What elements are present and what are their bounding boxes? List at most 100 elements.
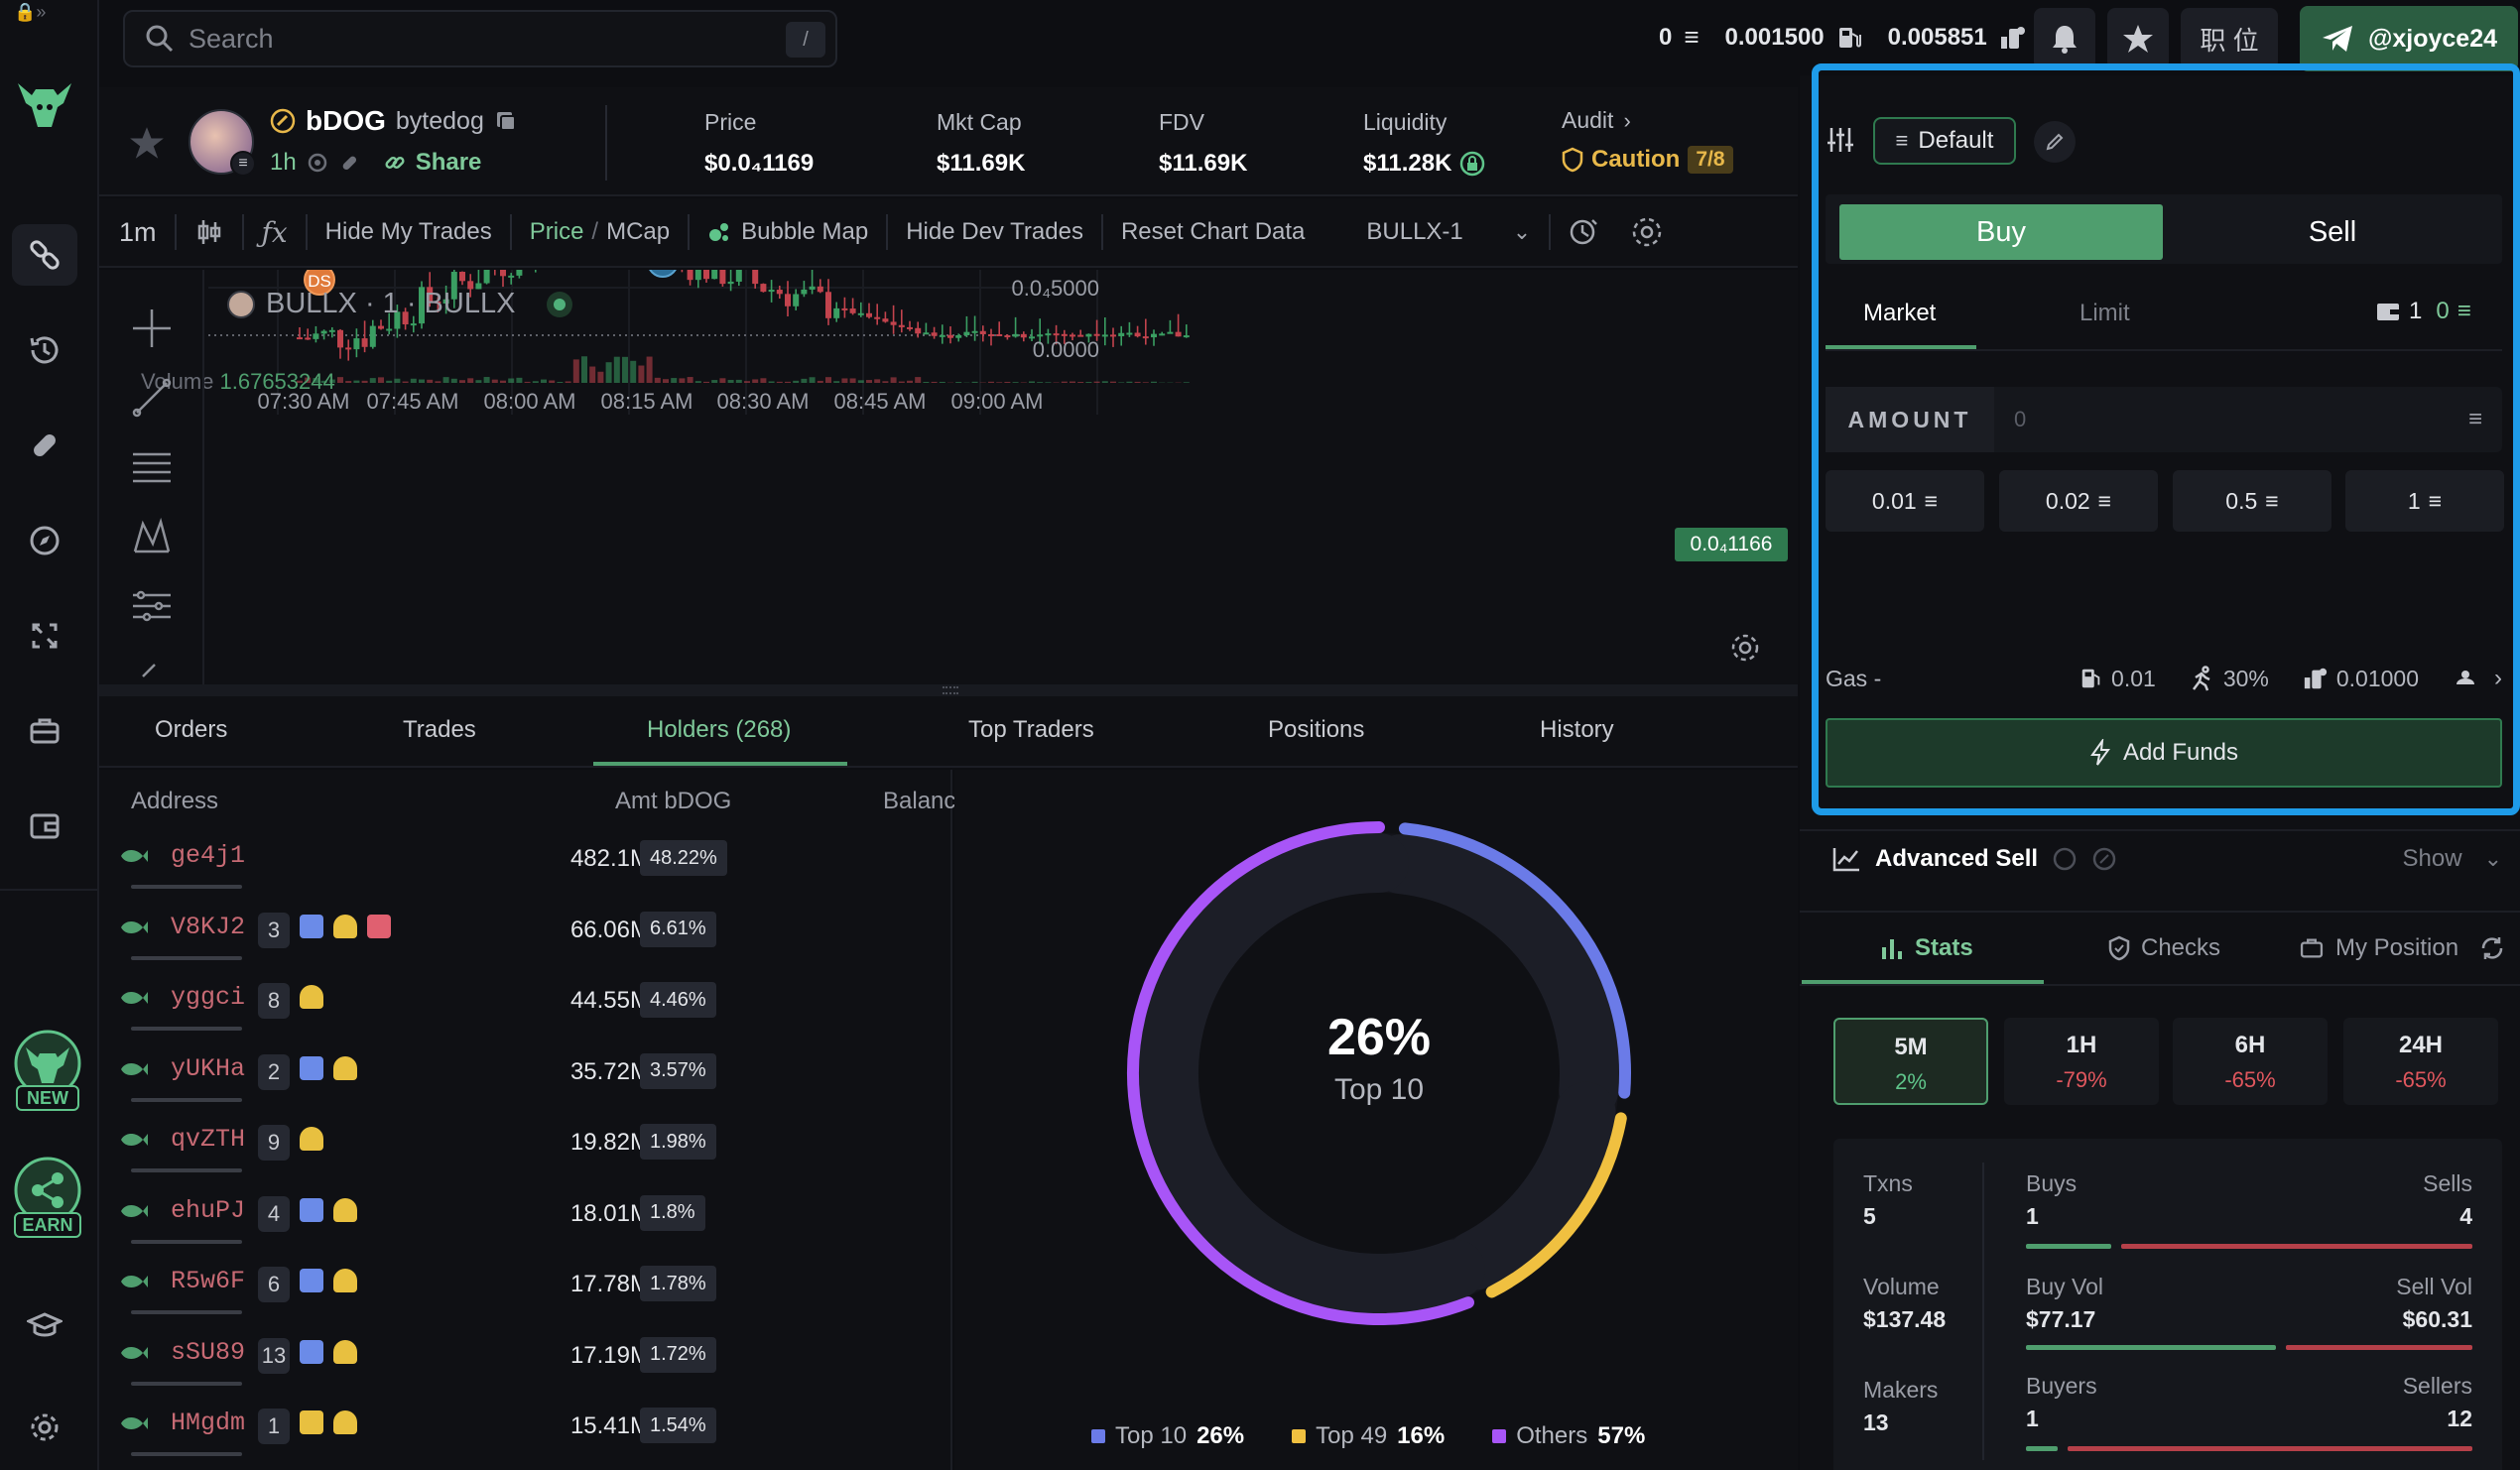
tab-stats[interactable]: Stats <box>1879 934 1973 962</box>
interval-selector[interactable]: 1m <box>119 217 157 248</box>
holder-address[interactable]: HMgdm <box>171 1409 245 1437</box>
notifications-button[interactable] <box>2034 8 2095 69</box>
settings-gear-icon[interactable] <box>12 1397 77 1458</box>
earn-button[interactable]: EARN <box>10 1155 85 1244</box>
pencil-icon[interactable] <box>129 657 175 682</box>
bubble-map-button[interactable]: Bubble Map <box>741 218 868 246</box>
pill-icon[interactable] <box>12 415 77 476</box>
holder-address[interactable]: V8KJ2 <box>171 913 245 941</box>
swap-icon[interactable] <box>12 605 77 667</box>
holder-row[interactable]: HMgdm 1 15.41M 1.54% <box>99 1393 952 1464</box>
help-circle-icon[interactable] <box>2091 846 2117 872</box>
copy-icon[interactable] <box>494 109 518 133</box>
sliders-icon[interactable] <box>1826 125 1855 155</box>
refresh-icon[interactable] <box>2478 934 2506 962</box>
tab-my-position[interactable]: My Position <box>2298 934 2506 962</box>
watchlist-button[interactable] <box>2107 8 2169 69</box>
tab-orders[interactable]: Orders <box>155 716 227 744</box>
tab-trades[interactable]: Trades <box>403 716 476 744</box>
add-funds-button[interactable]: Add Funds <box>1826 718 2502 788</box>
tab-checks[interactable]: Checks <box>2107 934 2220 962</box>
language-button[interactable]: 职 位 <box>2181 8 2278 69</box>
holder-address[interactable]: yUKHa <box>171 1054 245 1083</box>
reset-chart-button[interactable]: Reset Chart Data <box>1121 218 1305 246</box>
app-logo[interactable] <box>14 77 75 133</box>
chart-canvas[interactable]: 0.0₃10000.0₄50000.000007:30 AM07:45 AM08… <box>99 270 1798 684</box>
favorite-star-icon[interactable] <box>129 125 165 161</box>
holder-row[interactable]: yUKHa 2 35.72M 3.57% <box>99 1039 952 1110</box>
search-web-icon[interactable] <box>307 152 328 174</box>
header-balances[interactable]: 0 ≡ 0.001500 0.005851 <box>1659 22 2027 53</box>
limit-tab[interactable]: Limit <box>2079 300 2130 327</box>
link-icon[interactable] <box>338 152 360 174</box>
holder-row[interactable]: sSU89 13 17.19M 1.72% <box>99 1322 952 1394</box>
amount-chip-1[interactable]: 1 ≡ <box>2345 470 2504 532</box>
wallet-icon[interactable] <box>12 796 77 857</box>
timeframe-24h[interactable]: 24H -65% <box>2343 1018 2498 1105</box>
preset-selector[interactable]: ≡ Default <box>1873 117 2016 165</box>
pattern-icon[interactable] <box>129 514 175 559</box>
layout-selector[interactable]: BULLX-1 <box>1366 218 1462 246</box>
chevron-down-icon[interactable]: ⌄ <box>1513 219 1531 245</box>
market-tab[interactable]: Market <box>1863 300 1936 327</box>
timeframe-6h[interactable]: 6H -65% <box>2173 1018 2328 1105</box>
amount-chip-0.01[interactable]: 0.01 ≡ <box>1826 470 1984 532</box>
holder-address[interactable]: ge4j1 <box>171 841 245 870</box>
wallet-selector[interactable]: 1 0 ≡ <box>2375 298 2471 325</box>
measure-icon[interactable] <box>129 583 175 629</box>
crosshair-icon[interactable] <box>129 306 175 351</box>
search-input[interactable]: Search / <box>123 10 837 67</box>
holder-address[interactable]: R5w6F <box>171 1267 245 1295</box>
advanced-sell-show[interactable]: Show <box>2403 845 2462 873</box>
sell-tab[interactable]: Sell <box>2171 204 2494 260</box>
holder-address[interactable]: ehuPJ <box>171 1196 245 1225</box>
compass-icon[interactable] <box>12 510 77 571</box>
price-chart[interactable]: 0.0₃10000.0₄50000.000007:30 AM07:45 AM08… <box>99 270 1798 684</box>
amount-input[interactable]: AMOUNT 0 ≡ <box>1826 387 2502 452</box>
timeframe-1h[interactable]: 1H -79% <box>2004 1018 2159 1105</box>
tab-positions[interactable]: Positions <box>1268 716 1364 744</box>
price-toggle[interactable]: Price <box>530 218 584 246</box>
graduation-cap-icon[interactable] <box>12 1295 77 1357</box>
indicators-fx-icon[interactable]: ƒx <box>262 216 288 249</box>
tab-holders[interactable]: Holders (268) <box>647 716 791 744</box>
hide-dev-trades-button[interactable]: Hide Dev Trades <box>906 218 1083 246</box>
amount-chip-0.5[interactable]: 0.5 ≡ <box>2173 470 2331 532</box>
holder-row[interactable]: ge4j1 482.1M 48.22% <box>99 825 952 897</box>
tab-history[interactable]: History <box>1540 716 1614 744</box>
holder-row[interactable]: R5w6F 6 17.78M 1.78% <box>99 1251 952 1322</box>
tab-top-traders[interactable]: Top Traders <box>968 716 1094 744</box>
holder-row[interactable]: qvZTH 9 19.82M 1.98% <box>99 1109 952 1180</box>
mcap-toggle[interactable]: MCap <box>606 218 670 246</box>
timeframe-5m[interactable]: 5M 2% <box>1833 1018 1988 1105</box>
bull-logo-icon[interactable]: 🔒» <box>14 2 46 23</box>
history-icon[interactable] <box>12 319 77 381</box>
candles-icon[interactable] <box>194 217 224 247</box>
fib-lines-icon[interactable] <box>129 444 175 490</box>
gas-settings[interactable]: Gas - 0.01 30% 0.01000 › <box>1826 665 2502 692</box>
briefcase-icon[interactable] <box>12 700 77 762</box>
holder-address[interactable]: sSU89 <box>171 1338 245 1367</box>
chart-axis-settings-icon[interactable] <box>1728 631 1762 665</box>
holder-address[interactable]: qvZTH <box>171 1125 245 1154</box>
new-feature-button[interactable]: NEW <box>10 1028 85 1117</box>
holder-row[interactable]: V8KJ2 3 66.06M 6.61% <box>99 897 952 968</box>
hide-my-trades-button[interactable]: Hide My Trades <box>325 218 492 246</box>
telegram-account-button[interactable]: @xjoyce24 <box>2300 6 2518 71</box>
chart-settings-icon[interactable] <box>1630 215 1664 249</box>
share-button[interactable]: Share <box>416 149 482 177</box>
buy-tab[interactable]: Buy <box>1839 204 2163 260</box>
edit-preset-button[interactable] <box>2034 121 2076 163</box>
trend-line-icon[interactable] <box>129 375 175 421</box>
token-avatar[interactable]: ≡ <box>189 109 256 177</box>
info-circle-icon[interactable] <box>2052 846 2078 872</box>
rail-link-icon[interactable] <box>12 224 77 286</box>
panel-resizer[interactable] <box>99 684 1798 696</box>
holder-row[interactable]: yggci 8 44.55M 4.46% <box>99 967 952 1039</box>
advanced-sell-row[interactable]: Advanced Sell Show ⌄ <box>1831 845 2502 873</box>
audit-panel[interactable]: Audit › Caution 7/8 <box>1562 107 1733 174</box>
holder-row[interactable]: ehuPJ 4 18.01M 1.8% <box>99 1180 952 1252</box>
amount-chip-0.02[interactable]: 0.02 ≡ <box>1999 470 2158 532</box>
chevron-down-icon[interactable]: ⌄ <box>2484 846 2502 872</box>
replay-clock-icon[interactable] <box>1569 216 1600 248</box>
